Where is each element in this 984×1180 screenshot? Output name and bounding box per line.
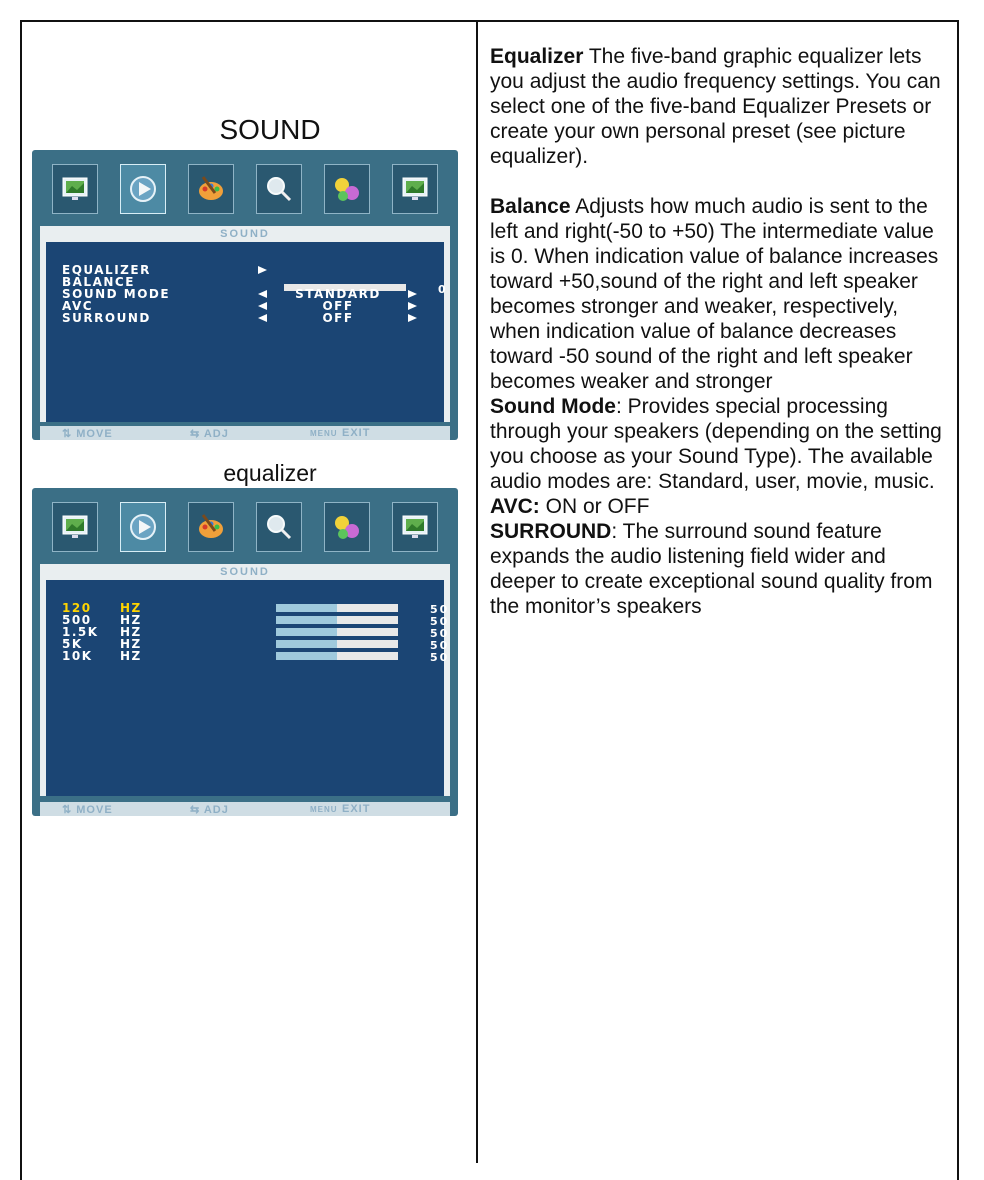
sound-mode-paragraph: Sound Mode: Provides special processing … [490,394,950,494]
osd-footer: ⇅ MOVE ⇆ ADJ MENU EXIT [40,426,450,440]
footer-adjust-hint: ⇆ ADJ [190,428,229,440]
magnifier-icon [256,502,302,552]
osd-icon-bar [32,150,458,230]
settings-icon [324,164,370,214]
footer-move-hint: ⇅ MOVE [62,804,113,816]
eq-band-10k-fill [276,652,337,660]
footer-exit-hint: EXIT [342,427,371,439]
eq-band-1-5k-slider[interactable] [276,628,398,636]
eq-band-unit: HZ [120,649,142,663]
osd-menu-body: SOUND 120 HZ 50 500 HZ 50 1.5K HZ 50 5K … [40,564,450,796]
balance-description: Adjusts how much audio is sent to the le… [490,195,939,393]
footer-menu-tag: MENU [310,805,338,814]
arrow-right-icon [408,302,417,310]
eq-band-120-slider[interactable] [276,604,398,612]
avc-paragraph: AVC: ON or OFF [490,494,950,519]
palette-icon [188,164,234,214]
balance-term: Balance [490,195,571,218]
eq-band-10k-label[interactable]: 10K HZ [62,649,140,663]
balance-paragraph: Balance Adjusts how much audio is sent t… [490,194,950,394]
eq-band-500-slider[interactable] [276,616,398,624]
arrow-right-icon [258,266,267,274]
footer-exit-hint: EXIT [342,803,371,815]
footer-move-hint: ⇅ MOVE [62,428,113,440]
eq-band-500-fill [276,616,337,624]
surround-term: SURROUND [490,520,612,543]
column-divider [476,20,478,1163]
description-column: Equalizer The five-band graphic equalize… [490,44,950,619]
osd-menu-body: SOUND EQUALIZER BALANCE 0 SOUND MODE STA… [40,226,450,422]
equalizer-term: Equalizer [490,45,584,68]
balance-value: 0 [438,283,446,296]
arrow-right-icon [408,314,417,322]
equalizer-caption: equalizer [223,460,317,486]
eq-band-5k-fill [276,640,337,648]
monitor-icon [52,164,98,214]
play-icon [120,164,166,214]
osd-title: SOUND [46,566,444,580]
eq-band-10k-slider[interactable] [276,652,398,660]
eq-band-freq: 10K [62,649,93,663]
arrow-left-icon [258,314,267,322]
monitor-icon [392,502,438,552]
footer-adjust-hint: ⇆ ADJ [190,804,229,816]
avc-description: ON or OFF [539,495,650,518]
equalizer-menu-screenshot: SOUND 120 HZ 50 500 HZ 50 1.5K HZ 50 5K … [32,488,458,816]
arrow-right-icon [408,290,417,298]
monitor-icon [392,164,438,214]
equalizer-paragraph: Equalizer The five-band graphic equalize… [490,44,950,169]
monitor-icon [52,502,98,552]
play-icon [120,502,166,552]
magnifier-icon [256,164,302,214]
eq-band-10k-value: 50 [430,651,450,664]
eq-band-120-fill [276,604,337,612]
sound-menu-screenshot: SOUND EQUALIZER BALANCE 0 SOUND MODE STA… [32,150,458,440]
palette-icon [188,502,234,552]
avc-term: AVC: [490,495,540,518]
osd-footer: ⇅ MOVE ⇆ ADJ MENU EXIT [40,802,450,816]
sound-mode-term: Sound Mode [490,395,616,418]
eq-band-5k-slider[interactable] [276,640,398,648]
footer-menu-tag: MENU [310,429,338,438]
arrow-left-icon [258,302,267,310]
surround-value: OFF [322,311,354,325]
surround-paragraph: SURROUND: The surround sound feature exp… [490,519,950,619]
menu-item-surround[interactable]: SURROUND [62,312,151,324]
sound-caption: SOUND [219,114,321,145]
osd-icon-bar [32,488,458,568]
arrow-left-icon [258,290,267,298]
osd-title: SOUND [46,228,444,242]
eq-band-1-5k-fill [276,628,337,636]
settings-icon [324,502,370,552]
